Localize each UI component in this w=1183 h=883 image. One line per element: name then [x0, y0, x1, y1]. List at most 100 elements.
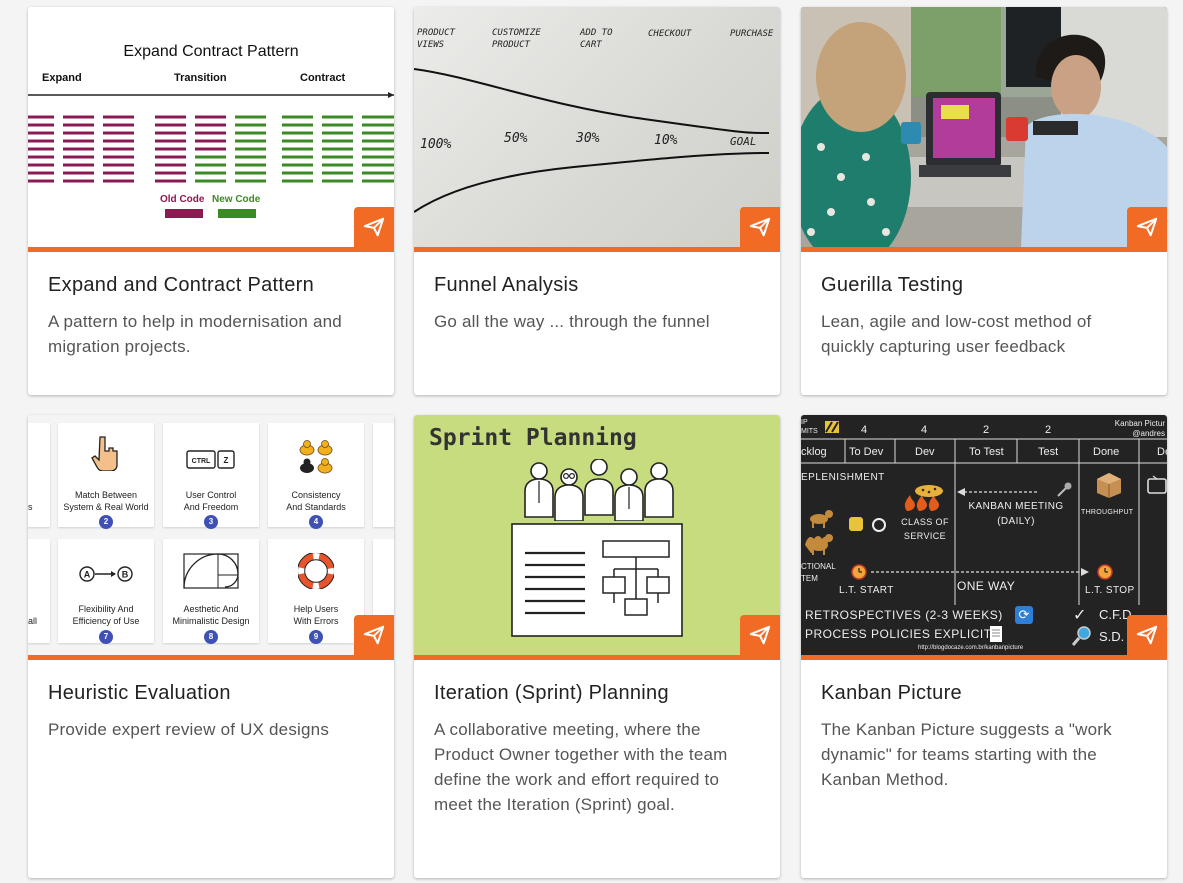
card-description: Go all the way ... through the funnel: [434, 312, 710, 331]
paper-plane-icon: [363, 217, 385, 237]
kanban-lt-start: L.T. START: [839, 585, 894, 596]
paper-plane-icon: [363, 625, 385, 645]
tv-icon: [1147, 475, 1167, 494]
card-description: Provide expert review of UX designs: [48, 720, 330, 739]
legend-old-swatch: [165, 209, 203, 218]
image-heading: Sprint Planning: [429, 425, 637, 451]
kanban-throughput: THROUGHPUT: [1081, 509, 1134, 516]
share-button[interactable]: [354, 207, 394, 247]
pointer-hand-icon: [91, 436, 118, 471]
share-button[interactable]: [740, 207, 780, 247]
heuristic-tile: CTRL Z User Control And Freedom 3: [163, 423, 259, 529]
phase-label: Transition: [174, 72, 227, 84]
card-sprint-planning[interactable]: Sprint Planning Iteration (Sprint) Plann…: [414, 415, 780, 878]
heuristic-tile-label: Match Between System & Real World: [63, 490, 149, 512]
card-funnel-analysis[interactable]: PRODUCT VIEWS CUSTOMIZE PRODUCT ADD TO C…: [414, 7, 780, 395]
legend-new-code: New Code: [212, 194, 261, 205]
alarm-clock-icon: [851, 564, 867, 580]
code-lines-diagram: [28, 92, 394, 183]
heuristic-number-badge: 9: [309, 630, 323, 644]
kanban-functional: CTIONAL TEM: [801, 562, 836, 583]
heuristic-tile-label: Flexibility And Efficiency of Use: [72, 604, 140, 626]
heuristic-tile-partial: [28, 539, 50, 643]
kanban-corner-title: Kanban Pictur: [1114, 419, 1165, 428]
card-grid: Expand Contract Pattern Expand Transitio…: [0, 0, 1183, 883]
legend-old-code: Old Code: [160, 194, 205, 205]
kanban-lt-stop: L.T. STOP: [1085, 585, 1135, 596]
check-icon: ✓: [1073, 607, 1087, 624]
document-icon: [990, 626, 1002, 642]
card-image: [801, 7, 1167, 247]
team-people-icon: [524, 459, 674, 521]
kanban-corner-subtitle: @andres: [1132, 429, 1165, 438]
card-description: The Kanban Picture suggests a "work dyna…: [821, 720, 1112, 789]
heuristic-tile-label: all: [28, 616, 38, 626]
card-title: Expand and Contract Pattern: [48, 274, 315, 296]
kanban-column-header: cklog: [801, 446, 827, 458]
card-kanban-picture[interactable]: Kanban Pictur @andres IP MITS 4 4 2 2 ck…: [801, 415, 1167, 878]
funnel-percent: 50%: [504, 131, 528, 146]
keyboard-keys-icon: CTRL Z: [186, 450, 235, 469]
paper-plane-icon: [749, 217, 771, 237]
paper-plane-icon: [1136, 625, 1158, 645]
fire-leopard-icon: [904, 485, 943, 511]
camel-icon: [805, 536, 828, 553]
card-expand-contract[interactable]: Expand Contract Pattern Expand Transitio…: [28, 7, 394, 395]
kanban-retrospectives: RETROSPECTIVES (2-3 WEEKS): [805, 608, 1003, 622]
kanban-wip-limit: 2: [1045, 424, 1052, 436]
kanban-replenishment: EPLENISHMENT: [801, 472, 885, 483]
svg-text:Z: Z: [224, 456, 229, 465]
ducks-icon: [299, 440, 333, 474]
card-description: Lean, agile and low-cost method of quick…: [821, 312, 1092, 356]
kanban-column-header: Dep: [1157, 446, 1167, 458]
kanban-url: http://blogdocaze.com.br/kanbanpicture: [918, 645, 1024, 651]
kanban-one-way: ONE WAY: [957, 579, 1016, 593]
svg-text:CTRL: CTRL: [192, 458, 211, 465]
heuristic-tile: Aesthetic And Minimalistic Design 8: [163, 539, 259, 644]
kanban-column-header: Done: [1093, 446, 1120, 458]
paper-plane-icon: [1136, 217, 1158, 237]
heuristic-number-badge: 8: [204, 630, 218, 644]
funnel-percent: 30%: [576, 131, 600, 146]
card-title: Iteration (Sprint) Planning: [434, 682, 669, 704]
paper-plane-icon: [749, 625, 771, 645]
share-button[interactable]: [1127, 207, 1167, 247]
card-image: Sprint Planning: [414, 415, 780, 655]
svg-text:A: A: [84, 570, 91, 580]
golden-spiral-icon: [183, 553, 239, 589]
heuristic-number-badge: 3: [204, 515, 218, 529]
magnifier-icon: [1071, 626, 1091, 646]
microphone-icon: [1057, 482, 1072, 497]
kanban-meeting: KANBAN MEETING (DAILY): [968, 501, 1064, 527]
heuristic-tile: Consistency And Standards 4: [268, 423, 364, 529]
heuristic-tile: Help Users With Errors 9: [268, 539, 364, 644]
kanban-column-header: Test: [1038, 446, 1059, 458]
heuristic-tile-partial: [373, 423, 394, 527]
card-image: Expand Contract Pattern Expand Transitio…: [28, 7, 394, 247]
card-title: Funnel Analysis: [434, 274, 579, 296]
card-guerilla-testing[interactable]: Guerilla Testing Lean, agile and low-cos…: [801, 7, 1167, 395]
heuristic-tile-label: Consistency And Standards: [286, 490, 346, 512]
share-button[interactable]: [740, 615, 780, 655]
heuristic-tile: AB Flexibility And Efficiency of Use 7: [58, 539, 154, 644]
kanban-column-header: To Test: [969, 446, 1004, 458]
heuristic-tile-label: s: [28, 502, 33, 512]
kanban-wip-limit: 2: [983, 424, 990, 436]
life-ring-icon: [298, 553, 334, 589]
image-heading: Expand Contract Pattern: [123, 43, 299, 60]
card-heuristic-evaluation[interactable]: s all Match Between System & Real World …: [28, 415, 394, 878]
card-image: Kanban Pictur @andres IP MITS 4 4 2 2 ck…: [801, 415, 1167, 655]
heuristic-number-badge: 4: [309, 515, 323, 529]
heuristic-number-badge: 7: [99, 630, 113, 644]
alarm-clock-icon: [1097, 564, 1113, 580]
funnel-percent: 10%: [654, 133, 678, 148]
phase-label: Contract: [300, 72, 346, 84]
share-button[interactable]: [354, 615, 394, 655]
kanban-wip-limit: 4: [921, 424, 928, 436]
kanban-column-header: To Dev: [849, 446, 884, 458]
planning-board-icon: [511, 523, 683, 637]
funnel-percent: 100%: [420, 137, 452, 152]
heuristic-number-badge: 2: [99, 515, 113, 529]
share-button[interactable]: [1127, 615, 1167, 655]
a-to-b-icon: AB: [79, 566, 133, 582]
